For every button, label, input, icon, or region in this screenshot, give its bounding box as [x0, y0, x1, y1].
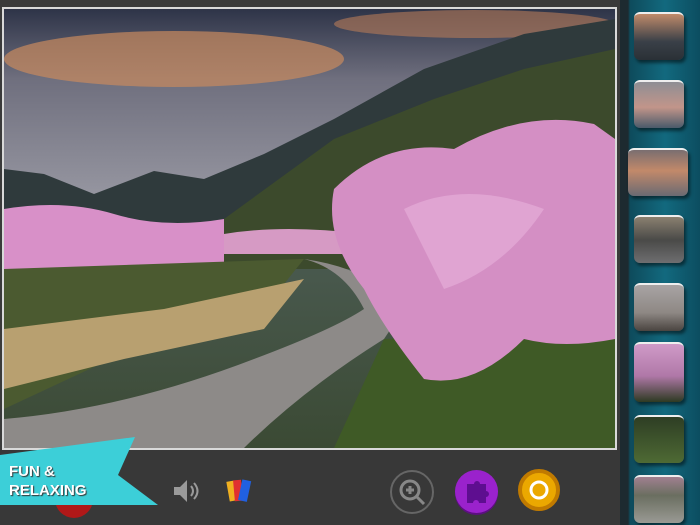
zoom-in-icon: [399, 479, 426, 506]
promo-banner: FUN & RELAXING: [0, 437, 160, 507]
piece-tray[interactable]: [620, 0, 700, 525]
landscape-scene: [4, 9, 615, 448]
speaker-icon: [174, 480, 199, 502]
puzzle-piece[interactable]: [634, 12, 684, 60]
puzzle-piece[interactable]: [628, 148, 688, 196]
puzzle-board[interactable]: [2, 7, 617, 450]
sound-button[interactable]: [172, 478, 200, 504]
puzzle-piece[interactable]: [634, 283, 684, 331]
pieces-button[interactable]: [455, 470, 498, 513]
puzzle-image[interactable]: [4, 9, 615, 448]
cards-icon: [226, 479, 252, 502]
zoom-button[interactable]: [390, 470, 434, 514]
coins-button[interactable]: [518, 469, 560, 511]
coin-icon: [529, 480, 549, 500]
puzzle-piece[interactable]: [634, 215, 684, 263]
puzzle-piece[interactable]: [634, 475, 684, 523]
banner-line-2: RELAXING: [9, 482, 87, 499]
puzzle-piece[interactable]: [634, 342, 684, 402]
puzzle-piece[interactable]: [634, 80, 684, 128]
banner-line-1: FUN &: [9, 463, 55, 480]
puzzle-piece[interactable]: [634, 415, 684, 463]
backgrounds-button[interactable]: [226, 477, 254, 505]
puzzle-piece-icon: [467, 481, 489, 503]
